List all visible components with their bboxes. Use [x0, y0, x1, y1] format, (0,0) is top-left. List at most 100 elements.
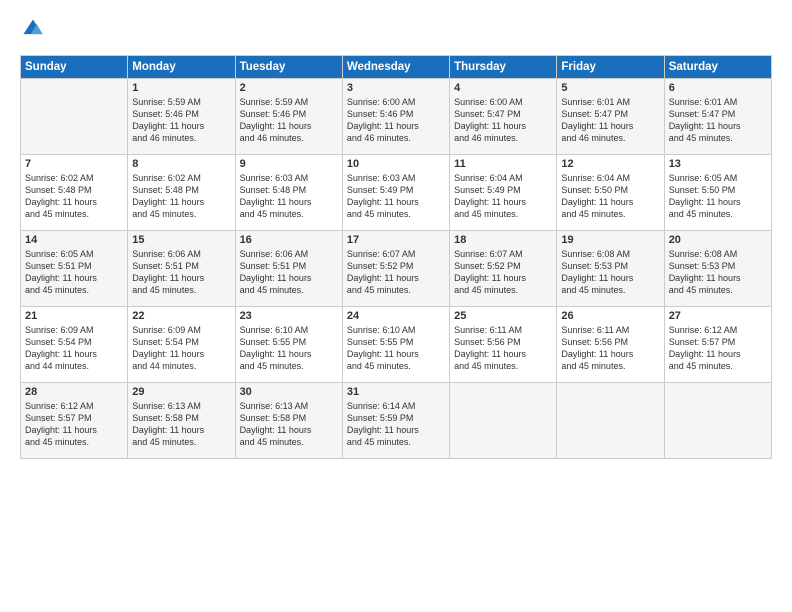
calendar-cell: 16 Sunrise: 6:06 AM Sunset: 5:51 PM Dayli… [235, 231, 342, 307]
cell-info: Sunrise: 6:01 AM Sunset: 5:47 PM Dayligh… [669, 96, 767, 145]
cell-info: Sunrise: 6:05 AM Sunset: 5:51 PM Dayligh… [25, 248, 123, 297]
cell-info: Sunrise: 6:05 AM Sunset: 5:50 PM Dayligh… [669, 172, 767, 221]
cell-info: Sunrise: 6:10 AM Sunset: 5:55 PM Dayligh… [347, 324, 445, 373]
cell-info: Sunrise: 6:12 AM Sunset: 5:57 PM Dayligh… [25, 400, 123, 449]
calendar-cell: 25 Sunrise: 6:11 AM Sunset: 5:56 PM Dayli… [450, 307, 557, 383]
cell-info: Sunrise: 6:13 AM Sunset: 5:58 PM Dayligh… [132, 400, 230, 449]
calendar-cell: 28Sunrise: 6:12 AM Sunset: 5:57 PM Dayli… [21, 383, 128, 459]
day-number: 14 [25, 234, 123, 246]
calendar-cell: 13Sunrise: 6:05 AM Sunset: 5:50 PM Dayli… [664, 155, 771, 231]
day-number: 23 [240, 310, 338, 322]
cell-info: Sunrise: 6:00 AM Sunset: 5:46 PM Dayligh… [347, 96, 445, 145]
cell-info: Sunrise: 6:12 AM Sunset: 5:57 PM Dayligh… [669, 324, 767, 373]
weekday-header-friday: Friday [557, 56, 664, 79]
calendar-cell: 18 Sunrise: 6:07 AM Sunset: 5:52 PM Dayli… [450, 231, 557, 307]
cell-info: Sunrise: 6:06 AM Sunset: 5:51 PM Dayligh… [240, 248, 338, 297]
cell-info: Sunrise: 6:07 AM Sunset: 5:52 PM Dayligh… [347, 248, 445, 297]
cell-info: Sunrise: 6:06 AM Sunset: 5:51 PM Dayligh… [132, 248, 230, 297]
calendar-cell: 5 Sunrise: 6:01 AM Sunset: 5:47 PM Daylig… [557, 79, 664, 155]
day-number: 25 [454, 310, 552, 322]
day-number: 24 [347, 310, 445, 322]
day-number: 19 [561, 234, 659, 246]
calendar-cell [557, 383, 664, 459]
calendar-cell: 1Sunrise: 5:59 AM Sunset: 5:46 PM Daylig… [128, 79, 235, 155]
logo [20, 18, 44, 45]
weekday-header-thursday: Thursday [450, 56, 557, 79]
logo-icon [22, 18, 44, 40]
calendar-cell: 7Sunrise: 6:02 AM Sunset: 5:48 PM Daylig… [21, 155, 128, 231]
calendar-cell: 12Sunrise: 6:04 AM Sunset: 5:50 PM Dayli… [557, 155, 664, 231]
day-number: 10 [347, 158, 445, 170]
calendar-cell: 19 Sunrise: 6:08 AM Sunset: 5:53 PM Dayli… [557, 231, 664, 307]
calendar-cell: 26Sunrise: 6:11 AM Sunset: 5:56 PM Dayli… [557, 307, 664, 383]
day-number: 4 [454, 82, 552, 94]
week-row-4: 21 Sunrise: 6:09 AM Sunset: 5:54 PM Dayli… [21, 307, 772, 383]
calendar-cell: 24 Sunrise: 6:10 AM Sunset: 5:55 PM Dayli… [342, 307, 449, 383]
header-row: SundayMondayTuesdayWednesdayThursdayFrid… [21, 56, 772, 79]
calendar-cell: 30Sunrise: 6:13 AM Sunset: 5:58 PM Dayli… [235, 383, 342, 459]
calendar-cell: 29 Sunrise: 6:13 AM Sunset: 5:58 PM Dayli… [128, 383, 235, 459]
week-row-1: 1 Sunrise: 5:59 AM Sunset: 5:46 PM Daylig… [21, 79, 772, 155]
weekday-header-tuesday: Tuesday [235, 56, 342, 79]
day-number: 16 [240, 234, 338, 246]
cell-info: Sunrise: 6:04 AM Sunset: 5:49 PM Dayligh… [454, 172, 552, 221]
calendar-table: SundayMondayTuesdayWednesdayThursdayFrid… [20, 55, 772, 459]
calendar-cell: 21 Sunrise: 6:09 AM Sunset: 5:54 PM Dayli… [21, 307, 128, 383]
day-number: 21 [25, 310, 123, 322]
cell-info: Sunrise: 6:02 AM Sunset: 5:48 PM Dayligh… [25, 172, 123, 221]
cell-info: Sunrise: 6:14 AM Sunset: 5:59 PM Dayligh… [347, 400, 445, 449]
week-row-5: 28Sunrise: 6:12 AM Sunset: 5:57 PM Dayli… [21, 383, 772, 459]
week-row-2: 7Sunrise: 6:02 AM Sunset: 5:48 PM Daylig… [21, 155, 772, 231]
week-row-3: 14 Sunrise: 6:05 AM Sunset: 5:51 PM Dayli… [21, 231, 772, 307]
cell-info: Sunrise: 6:01 AM Sunset: 5:47 PM Dayligh… [561, 96, 659, 145]
cell-info: Sunrise: 6:09 AM Sunset: 5:54 PM Dayligh… [25, 324, 123, 373]
calendar-cell: 20 Sunrise: 6:08 AM Sunset: 5:53 PM Dayli… [664, 231, 771, 307]
day-number: 31 [347, 386, 445, 398]
calendar-cell: 4Sunrise: 6:00 AM Sunset: 5:47 PM Daylig… [450, 79, 557, 155]
cell-info: Sunrise: 5:59 AM Sunset: 5:46 PM Dayligh… [240, 96, 338, 145]
cell-info: Sunrise: 6:11 AM Sunset: 5:56 PM Dayligh… [561, 324, 659, 373]
calendar-cell: 2Sunrise: 5:59 AM Sunset: 5:46 PM Daylig… [235, 79, 342, 155]
calendar-cell: 8 Sunrise: 6:02 AM Sunset: 5:48 PM Daylig… [128, 155, 235, 231]
cell-info: Sunrise: 6:08 AM Sunset: 5:53 PM Dayligh… [561, 248, 659, 297]
day-number: 11 [454, 158, 552, 170]
day-number: 17 [347, 234, 445, 246]
calendar-cell: 22Sunrise: 6:09 AM Sunset: 5:54 PM Dayli… [128, 307, 235, 383]
calendar-cell [450, 383, 557, 459]
cell-info: Sunrise: 6:03 AM Sunset: 5:48 PM Dayligh… [240, 172, 338, 221]
cell-info: Sunrise: 6:13 AM Sunset: 5:58 PM Dayligh… [240, 400, 338, 449]
calendar-cell: 15 Sunrise: 6:06 AM Sunset: 5:51 PM Dayli… [128, 231, 235, 307]
cell-info: Sunrise: 6:11 AM Sunset: 5:56 PM Dayligh… [454, 324, 552, 373]
day-number: 18 [454, 234, 552, 246]
calendar-cell: 10 Sunrise: 6:03 AM Sunset: 5:49 PM Dayli… [342, 155, 449, 231]
weekday-header-monday: Monday [128, 56, 235, 79]
calendar-cell: 27Sunrise: 6:12 AM Sunset: 5:57 PM Dayli… [664, 307, 771, 383]
calendar-cell: 17 Sunrise: 6:07 AM Sunset: 5:52 PM Dayli… [342, 231, 449, 307]
day-number: 8 [132, 158, 230, 170]
cell-info: Sunrise: 6:08 AM Sunset: 5:53 PM Dayligh… [669, 248, 767, 297]
calendar-cell: 23 Sunrise: 6:10 AM Sunset: 5:55 PM Dayli… [235, 307, 342, 383]
day-number: 22 [132, 310, 230, 322]
calendar-cell: 14 Sunrise: 6:05 AM Sunset: 5:51 PM Dayli… [21, 231, 128, 307]
weekday-header-sunday: Sunday [21, 56, 128, 79]
day-number: 5 [561, 82, 659, 94]
calendar-cell: 31 Sunrise: 6:14 AM Sunset: 5:59 PM Dayli… [342, 383, 449, 459]
day-number: 3 [347, 82, 445, 94]
day-number: 20 [669, 234, 767, 246]
day-number: 29 [132, 386, 230, 398]
header [20, 18, 772, 45]
cell-info: Sunrise: 6:10 AM Sunset: 5:55 PM Dayligh… [240, 324, 338, 373]
calendar-cell: 6 Sunrise: 6:01 AM Sunset: 5:47 PM Daylig… [664, 79, 771, 155]
day-number: 9 [240, 158, 338, 170]
calendar-cell [664, 383, 771, 459]
calendar-cell: 11 Sunrise: 6:04 AM Sunset: 5:49 PM Dayli… [450, 155, 557, 231]
cell-info: Sunrise: 6:04 AM Sunset: 5:50 PM Dayligh… [561, 172, 659, 221]
cell-info: Sunrise: 6:03 AM Sunset: 5:49 PM Dayligh… [347, 172, 445, 221]
weekday-header-wednesday: Wednesday [342, 56, 449, 79]
cell-info: Sunrise: 6:07 AM Sunset: 5:52 PM Dayligh… [454, 248, 552, 297]
day-number: 1 [132, 82, 230, 94]
cell-info: Sunrise: 6:02 AM Sunset: 5:48 PM Dayligh… [132, 172, 230, 221]
day-number: 6 [669, 82, 767, 94]
calendar-cell [21, 79, 128, 155]
day-number: 15 [132, 234, 230, 246]
